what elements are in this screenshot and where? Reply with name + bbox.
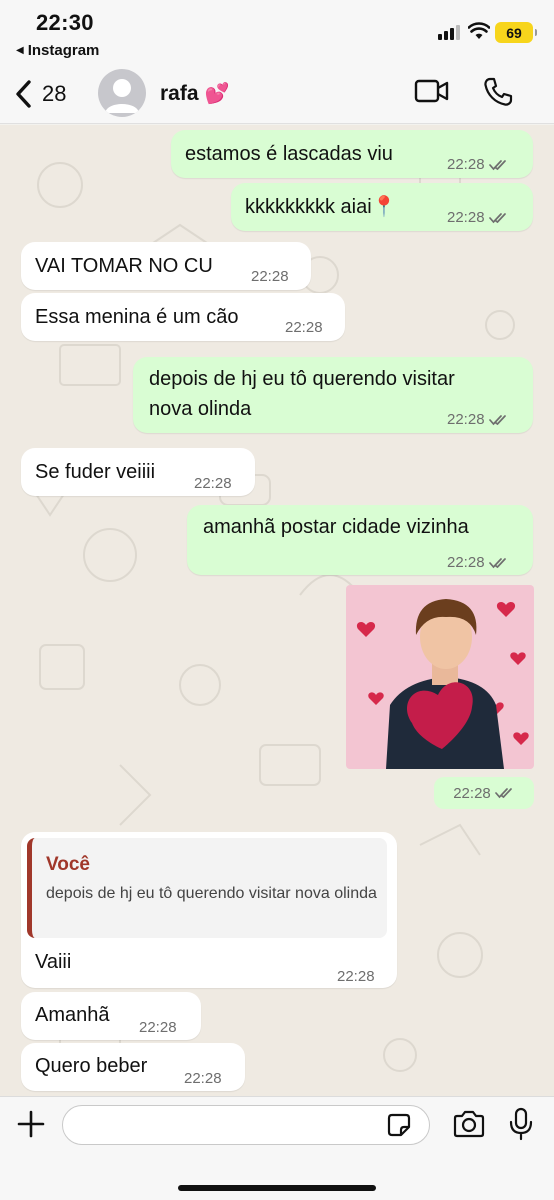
message-time: 22:28: [251, 268, 289, 285]
quote-author: Você: [46, 854, 91, 875]
sticker-icon: [387, 1113, 411, 1137]
back-button[interactable]: 28: [14, 76, 66, 112]
video-camera-icon: [414, 79, 449, 103]
unread-count: 28: [42, 81, 67, 106]
double-check-icon: [488, 159, 506, 170]
message-incoming[interactable]: VAI TOMAR NO CU 22:28: [21, 242, 311, 290]
chat-header: 28 rafa 💕: [0, 64, 554, 124]
status-bar: 22:30 ◀ Instagram 69: [0, 0, 554, 64]
message-incoming[interactable]: Quero beber 22:28: [21, 1043, 245, 1091]
double-check-icon: [494, 788, 512, 799]
back-to-app-link[interactable]: ◀ Instagram: [16, 42, 99, 59]
avatar[interactable]: [98, 69, 146, 117]
quote-text: depois de hj eu tô querendo visitar nova…: [46, 885, 377, 902]
message-outgoing[interactable]: amanhã postar cidade vizinha 22:28: [187, 505, 533, 575]
battery-level: 69: [506, 24, 522, 41]
video-call-button[interactable]: [414, 78, 450, 109]
contact-name[interactable]: rafa 💕: [160, 81, 229, 106]
message-time: 22:28: [447, 411, 485, 428]
hearts-emoji: 💕: [204, 83, 230, 105]
attach-button[interactable]: [16, 1109, 46, 1144]
message-text: amanhã postar cidade vizinha: [203, 516, 469, 538]
double-check-icon: [488, 557, 506, 568]
composer-bar: [0, 1096, 554, 1200]
message-text: VAI TOMAR NO CU: [35, 255, 213, 277]
home-indicator[interactable]: [178, 1185, 376, 1191]
status-time: 22:30: [36, 10, 94, 35]
microphone-icon: [509, 1107, 533, 1141]
message-text: estamos é lascadas viu: [185, 143, 393, 165]
message-meta: 22:28: [447, 150, 509, 179]
message-meta: 22:28: [337, 962, 375, 991]
voice-call-button[interactable]: [482, 76, 514, 113]
chevron-left-icon: [16, 80, 31, 108]
cellular-signal-icon: [438, 24, 460, 40]
message-time: 22:28: [285, 319, 323, 336]
double-check-icon: [488, 414, 506, 425]
message-time: 22:28: [194, 475, 232, 492]
wifi-icon: [468, 22, 490, 39]
message-meta: 22:28: [184, 1064, 222, 1093]
message-text: Quero beber: [35, 1055, 148, 1077]
message-meta: 22:28: [447, 548, 509, 577]
message-text: kkkkkkkkk aiai📍: [245, 196, 397, 218]
message-time: 22:28: [447, 156, 485, 173]
message-time: 22:28: [453, 784, 491, 802]
message-meta: 22:28: [447, 405, 509, 434]
plus-icon: [17, 1110, 45, 1138]
message-text: Amanhã: [35, 1004, 110, 1026]
default-avatar-icon: [105, 79, 139, 113]
message-list[interactable]: estamos é lascadas viu 22:28 kkkkkkkkk a…: [0, 125, 554, 1096]
message-outgoing[interactable]: depois de hj eu tô querendo visitar nova…: [133, 357, 533, 433]
message-time: 22:28: [184, 1070, 222, 1087]
camera-button[interactable]: [452, 1110, 486, 1143]
message-meta: 22:28: [285, 313, 323, 342]
sticker-image: [346, 585, 534, 769]
quoted-message[interactable]: Você depois de hj eu tô querendo visitar…: [27, 838, 387, 938]
battery-indicator: 69: [495, 22, 537, 43]
message-incoming[interactable]: Essa menina é um cão 22:28: [21, 293, 345, 341]
phone-icon: [484, 77, 513, 106]
message-text: Se fuder veiiii: [35, 461, 156, 483]
message-meta: 22:28: [447, 203, 509, 232]
voice-record-button[interactable]: [508, 1107, 534, 1146]
camera-icon: [453, 1110, 485, 1138]
message-text-line2: nova olinda: [149, 398, 252, 420]
message-meta: 22:28: [194, 469, 232, 498]
message-time: 22:28: [337, 968, 375, 985]
message-input[interactable]: [62, 1105, 430, 1145]
message-text: Essa menina é um cão: [35, 306, 239, 328]
message-time: 22:28: [447, 554, 485, 571]
message-text: depois de hj eu tô querendo visitar: [149, 368, 455, 390]
message-meta: 22:28: [139, 1013, 177, 1042]
image-message[interactable]: [346, 585, 534, 769]
message-incoming[interactable]: Amanhã 22:28: [21, 992, 201, 1040]
contact-name-text: rafa: [160, 81, 199, 105]
message-outgoing[interactable]: kkkkkkkkk aiai📍 22:28: [231, 183, 533, 231]
reply-message-incoming[interactable]: Você depois de hj eu tô querendo visitar…: [21, 832, 397, 988]
message-meta: 22:28: [251, 262, 289, 291]
double-check-icon: [488, 212, 506, 223]
message-text: Vaiii: [35, 951, 72, 973]
back-triangle-icon: ◀: [16, 45, 24, 56]
back-app-label: Instagram: [27, 42, 100, 59]
message-time: 22:28: [447, 209, 485, 226]
message-incoming[interactable]: Se fuder veiiii 22:28: [21, 448, 255, 496]
message-outgoing[interactable]: estamos é lascadas viu 22:28: [171, 130, 533, 178]
sticker-button[interactable]: [386, 1112, 412, 1143]
image-meta: 22:28: [434, 777, 534, 809]
message-time: 22:28: [139, 1019, 177, 1036]
